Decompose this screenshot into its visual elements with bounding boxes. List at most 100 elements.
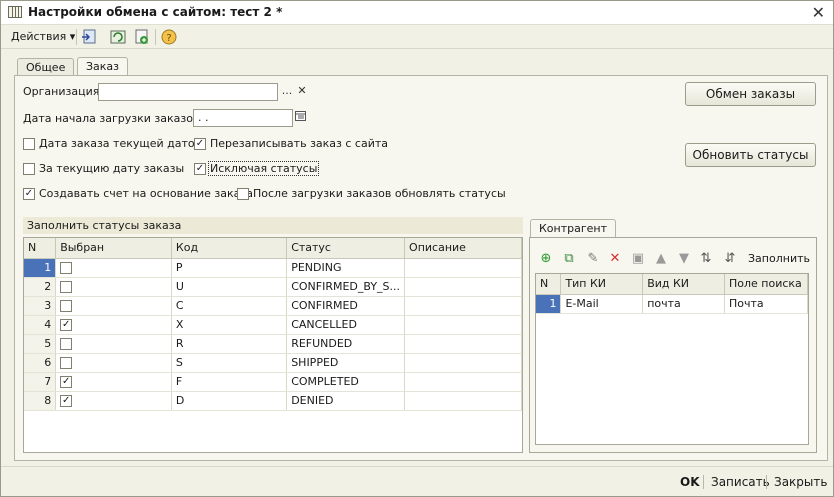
status-cell[interactable]: CANCELLED (286, 315, 406, 335)
help-icon[interactable]: ? (160, 28, 178, 46)
description-cell[interactable] (404, 334, 522, 354)
code-cell[interactable]: R (171, 334, 288, 354)
description-cell[interactable] (404, 353, 522, 373)
selected-cell[interactable]: ✓ (55, 372, 172, 392)
column-header-code[interactable]: Код (171, 238, 288, 259)
edit-icon[interactable]: ✎ (585, 251, 601, 267)
code-cell[interactable]: X (171, 315, 288, 335)
column-header-n[interactable]: N (24, 238, 57, 259)
selected-cell[interactable]: ✓ (55, 315, 172, 335)
clear-icon[interactable]: ✕ (295, 84, 309, 100)
code-cell[interactable]: F (171, 372, 288, 392)
selected-checkbox[interactable] (60, 300, 73, 312)
selected-checkbox[interactable] (60, 338, 73, 350)
column-header-n[interactable]: N (536, 274, 562, 295)
table-row[interactable]: 5 R REFUNDED (24, 334, 522, 354)
code-cell[interactable]: P (171, 258, 288, 278)
description-cell[interactable] (404, 277, 522, 297)
date-current-label: Дата заказа текущей датой (39, 137, 202, 150)
save-close-icon[interactable] (81, 28, 99, 46)
close-button[interactable]: Закрыть (774, 475, 827, 489)
selected-checkbox[interactable] (60, 281, 73, 293)
selected-checkbox[interactable] (60, 357, 73, 369)
move-up-icon[interactable]: ▲ (653, 251, 669, 267)
organization-label: Организация: (23, 85, 104, 98)
status-cell[interactable]: PENDING (286, 258, 406, 278)
column-header-ci-type[interactable]: Тип КИ (560, 274, 644, 295)
update-after-load-checkbox[interactable] (237, 188, 249, 200)
overwrite-checkbox[interactable]: ✓ (194, 138, 206, 150)
search-field-cell[interactable]: Почта (724, 294, 808, 314)
table-row[interactable]: 1 P PENDING (24, 258, 522, 278)
update-statuses-button[interactable]: Обновить статусы (685, 143, 816, 167)
today-orders-checkbox[interactable] (23, 163, 35, 175)
ok-button[interactable]: OK (680, 475, 700, 489)
selected-cell[interactable]: ✓ (55, 391, 172, 411)
sort-ascending-icon[interactable]: ⇅ (698, 251, 714, 267)
add-document-icon[interactable] (133, 28, 151, 46)
add-row-icon[interactable]: ⊕ (538, 251, 554, 267)
column-header-selected[interactable]: Выбран (55, 238, 172, 259)
description-cell[interactable] (404, 315, 522, 335)
status-cell[interactable]: SHIPPED (286, 353, 406, 373)
tab-order[interactable]: Заказ (77, 57, 129, 76)
actions-menu[interactable]: Действия ▾ (11, 30, 75, 43)
table-row[interactable]: 6 S SHIPPED (24, 353, 522, 373)
window-close-icon[interactable]: ✕ (812, 3, 825, 22)
exclude-statuses-checkbox[interactable]: ✓ (194, 163, 206, 175)
table-row[interactable]: 3 C CONFIRMED (24, 296, 522, 316)
refresh-icon[interactable] (109, 28, 127, 46)
description-cell[interactable] (404, 258, 522, 278)
copy-row-icon[interactable]: ⧉ (561, 251, 577, 267)
code-cell[interactable]: D (171, 391, 288, 411)
selected-checkbox[interactable]: ✓ (60, 395, 73, 407)
exchange-orders-button[interactable]: Обмен заказы (685, 82, 816, 106)
status-cell[interactable]: COMPLETED (286, 372, 406, 392)
save-button[interactable]: Записать (711, 475, 770, 489)
selected-cell[interactable] (55, 334, 172, 354)
fill-button[interactable]: Заполнить (748, 252, 810, 265)
selected-checkbox[interactable]: ✓ (60, 376, 73, 388)
ci-type-cell[interactable]: E-Mail (560, 294, 644, 314)
column-header-search-field[interactable]: Поле поиска (724, 274, 808, 295)
column-header-status[interactable]: Статус (286, 238, 406, 259)
table-row[interactable]: 4 ✓ X CANCELLED (24, 315, 522, 335)
date-current-checkbox[interactable] (23, 138, 35, 150)
tab-counterparty[interactable]: Контрагент (530, 219, 617, 238)
date-start-field[interactable]: . . (193, 109, 293, 127)
selected-cell[interactable] (55, 353, 172, 373)
description-cell[interactable] (404, 391, 522, 411)
status-cell[interactable]: REFUNDED (286, 334, 406, 354)
status-cell[interactable]: CONFIRMED_BY_S... (286, 277, 406, 297)
calendar-icon[interactable] (294, 110, 308, 126)
tab-general[interactable]: Общее (17, 58, 75, 76)
move-down-icon[interactable]: ▼ (676, 251, 692, 267)
selected-checkbox[interactable]: ✓ (60, 319, 73, 331)
sort-descending-icon[interactable]: ⇵ (722, 251, 738, 267)
selected-cell[interactable] (55, 258, 172, 278)
code-cell[interactable]: U (171, 277, 288, 297)
selected-cell[interactable] (55, 296, 172, 316)
select-ellipsis-icon[interactable]: ... (280, 84, 294, 100)
column-header-ci-kind[interactable]: Вид КИ (642, 274, 725, 295)
row-number: 4 (24, 315, 57, 335)
table-row[interactable]: 8 ✓ D DENIED (24, 391, 522, 411)
table-row[interactable]: 7 ✓ F COMPLETED (24, 372, 522, 392)
statuses-header-row: N Выбран Код Статус Описание (24, 238, 522, 259)
ci-kind-cell[interactable]: почта (642, 294, 725, 314)
table-row[interactable]: 1 E-Mail почта Почта (536, 294, 808, 314)
description-cell[interactable] (404, 372, 522, 392)
code-cell[interactable]: S (171, 353, 288, 373)
delete-icon[interactable]: ✕ (607, 251, 623, 267)
save-row-icon[interactable]: ▣ (630, 251, 646, 267)
table-row[interactable]: 2 U CONFIRMED_BY_S... (24, 277, 522, 297)
create-invoice-checkbox[interactable]: ✓ (23, 188, 35, 200)
status-cell[interactable]: DENIED (286, 391, 406, 411)
selected-checkbox[interactable] (60, 262, 73, 274)
organization-field[interactable] (98, 83, 278, 101)
selected-cell[interactable] (55, 277, 172, 297)
column-header-description[interactable]: Описание (404, 238, 522, 259)
description-cell[interactable] (404, 296, 522, 316)
status-cell[interactable]: CONFIRMED (286, 296, 406, 316)
code-cell[interactable]: C (171, 296, 288, 316)
